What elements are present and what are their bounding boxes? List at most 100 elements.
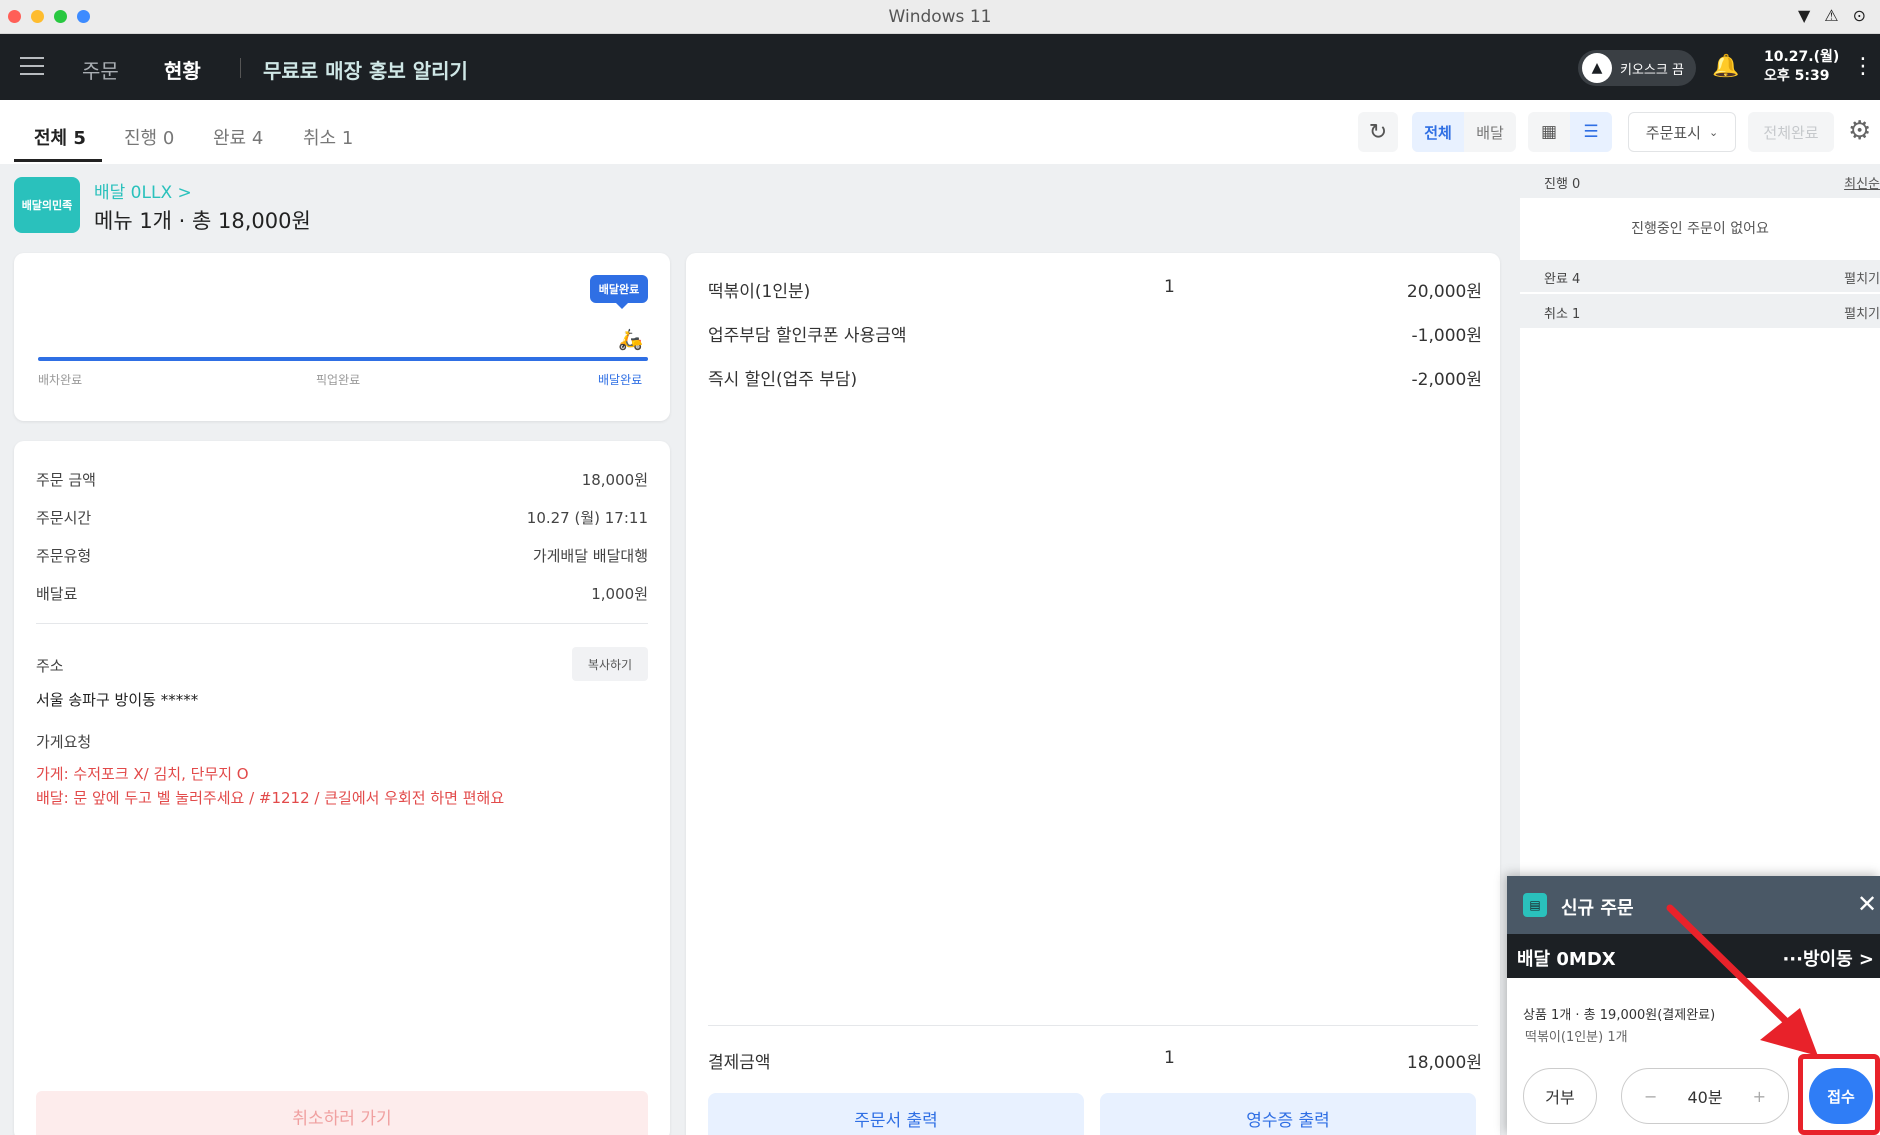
window-title: Windows 11 bbox=[888, 7, 992, 27]
dropdown-icon[interactable]: ▼ bbox=[1798, 6, 1810, 25]
info-value: 1,000원 bbox=[591, 585, 648, 603]
order-display-label: 주문표시 bbox=[1645, 123, 1701, 142]
warning-icon[interactable]: ⚠ bbox=[1824, 6, 1838, 25]
in-progress-label: 진행 0 bbox=[1544, 177, 1581, 192]
datetime: 10.27.(월) 오후 5:39 bbox=[1764, 48, 1839, 86]
item-qty: 1 bbox=[1164, 277, 1175, 297]
expand-completed[interactable]: 펼치기 bbox=[1844, 268, 1880, 287]
step-dispatched: 배차완료 bbox=[38, 373, 83, 387]
discount-amount: -1,000원 bbox=[1411, 326, 1482, 346]
more-icon[interactable]: ⋮ bbox=[1852, 54, 1874, 79]
tab-completed[interactable]: 완료 4 bbox=[213, 124, 263, 150]
divider bbox=[36, 623, 648, 624]
payment-total: 18,000원 bbox=[1406, 1053, 1482, 1073]
empty-message: 진행중인 주문이 없어요 bbox=[1631, 221, 1769, 237]
increase-time-button[interactable]: + bbox=[1753, 1087, 1766, 1106]
info-label: 주문 금액 bbox=[36, 471, 96, 489]
expand-canceled[interactable]: 펼치기 bbox=[1844, 303, 1880, 322]
decrease-time-button[interactable]: − bbox=[1644, 1087, 1657, 1106]
discount-name: 업주부담 할인쿠폰 사용금액 bbox=[708, 326, 907, 346]
info-value: 18,000원 bbox=[581, 471, 648, 489]
gear-icon[interactable]: ⚙ bbox=[1848, 116, 1871, 146]
new-order-id: 배달 0MDX bbox=[1517, 949, 1616, 970]
item-row: 떡볶이(1인분) 1 20,000원 bbox=[708, 277, 1482, 302]
info-value: 가게배달 배달대행 bbox=[532, 547, 648, 565]
divider bbox=[708, 1025, 1478, 1026]
close-icon[interactable]: ✕ bbox=[1857, 890, 1877, 918]
annotation-arrow bbox=[1666, 904, 1818, 1056]
popup-title: 신규 주문 bbox=[1561, 898, 1634, 919]
sort-button[interactable]: 최신순 bbox=[1844, 173, 1880, 192]
nav-status[interactable]: 현황 bbox=[164, 55, 201, 84]
info-row-amount: 주문 금액 18,000원 bbox=[36, 469, 648, 490]
receipt-icon: ▤ bbox=[1523, 893, 1547, 917]
status-icon[interactable]: ⊙ bbox=[1853, 6, 1866, 25]
new-order-items: 떡볶이(1인분) 1개 bbox=[1525, 1030, 1628, 1045]
order-type-filter: 전체 배달 bbox=[1412, 112, 1516, 152]
address-label: 주소 bbox=[36, 655, 648, 676]
kiosk-icon: ▲ bbox=[1582, 53, 1612, 83]
grid-view-icon[interactable]: ▦ bbox=[1528, 112, 1570, 152]
active-tab-underline bbox=[14, 159, 102, 162]
tab-all[interactable]: 전체 5 bbox=[34, 124, 86, 150]
scooter-icon: 🛵 bbox=[618, 327, 643, 351]
in-progress-header: 진행 0 최신순 bbox=[1520, 164, 1880, 198]
order-id-link[interactable]: 배달 0LLX > bbox=[94, 178, 192, 203]
info-label: 주문유형 bbox=[36, 547, 92, 565]
copy-address-button[interactable]: 복사하기 bbox=[572, 647, 648, 681]
info-row-delivery-fee: 배달료 1,000원 bbox=[36, 583, 648, 604]
order-items-card: 떡볶이(1인분) 1 20,000원 업주부담 할인쿠폰 사용금액 -1,000… bbox=[686, 253, 1500, 1135]
list-view-icon[interactable]: ☰ bbox=[1570, 112, 1612, 152]
request-label-text: 가게요청 bbox=[36, 733, 92, 751]
print-order-button[interactable]: 주문서 출력 bbox=[708, 1093, 1084, 1135]
prep-time-value: 40분 bbox=[1687, 1088, 1723, 1107]
filter-all[interactable]: 전체 bbox=[1412, 112, 1464, 152]
filter-delivery[interactable]: 배달 bbox=[1464, 112, 1516, 152]
delivery-progress-card: 배달완료 🛵 배차완료 픽업완료 배달완료 bbox=[14, 253, 670, 421]
prep-time-stepper: − 40분 + bbox=[1621, 1068, 1789, 1124]
promo-link[interactable]: 무료로 매장 홍보 알리기 bbox=[263, 55, 468, 84]
discount-row: 즉시 할인(업주 부담) -2,000원 bbox=[708, 365, 1482, 390]
reject-button[interactable]: 거부 bbox=[1523, 1068, 1597, 1124]
tab-canceled[interactable]: 취소 1 bbox=[303, 124, 353, 150]
store-request: 가게: 수저포크 X/ 김치, 단무지 O bbox=[36, 763, 648, 784]
menu-icon[interactable] bbox=[20, 57, 44, 75]
complete-all-button[interactable]: 전체완료 bbox=[1748, 112, 1834, 152]
window-titlebar: Windows 11 ▼ ⚠ ⊙ bbox=[0, 0, 1880, 34]
kiosk-label: 키오스크 끔 bbox=[1620, 62, 1684, 78]
cancel-order-button[interactable]: 취소하러 가기 bbox=[36, 1091, 648, 1135]
tab-in-progress[interactable]: 진행 0 bbox=[124, 124, 174, 150]
progress-bar bbox=[38, 357, 648, 361]
address-value: 서울 송파구 방이동 ***** bbox=[36, 689, 648, 710]
discount-amount: -2,000원 bbox=[1411, 370, 1482, 390]
step-picked-up: 픽업완료 bbox=[316, 373, 361, 387]
print-receipt-button[interactable]: 영수증 출력 bbox=[1100, 1093, 1476, 1135]
progress-status-badge: 배달완료 bbox=[590, 275, 648, 309]
payment-row: 결제금액 1 18,000원 bbox=[708, 1048, 1482, 1073]
store-request-text: 가게: 수저포크 X/ 김치, 단무지 O bbox=[36, 765, 249, 783]
info-row-type: 주문유형 가게배달 배달대행 bbox=[36, 545, 648, 566]
time-text: 오후 5:39 bbox=[1764, 68, 1830, 84]
canceled-section[interactable]: 취소 1 펼치기 bbox=[1520, 294, 1880, 328]
order-info-card: 주문 금액 18,000원 주문시간 10.27 (월) 17:11 주문유형 … bbox=[14, 441, 670, 1135]
date-text: 10.27.(월) bbox=[1764, 49, 1840, 65]
address-text: 서울 송파구 방이동 ***** bbox=[36, 691, 199, 709]
nav-order[interactable]: 주문 bbox=[82, 55, 119, 84]
item-name: 떡볶이(1인분) bbox=[708, 282, 811, 302]
info-row-time: 주문시간 10.27 (월) 17:11 bbox=[36, 507, 648, 528]
canceled-label: 취소 1 bbox=[1544, 307, 1581, 322]
discount-row: 업주부담 할인쿠폰 사용금액 -1,000원 bbox=[708, 321, 1482, 346]
info-label: 배달료 bbox=[36, 585, 78, 603]
nav-divider bbox=[240, 58, 241, 78]
delivery-request-text: 배달: 문 앞에 두고 벨 눌러주세요 / #1212 / 큰길에서 우회전 하… bbox=[36, 789, 505, 807]
refresh-icon[interactable]: ↻ bbox=[1358, 112, 1398, 152]
view-toggle: ▦ ☰ bbox=[1528, 112, 1612, 152]
order-summary: 메뉴 1개 · 총 18,000원 bbox=[94, 209, 311, 233]
order-display-dropdown[interactable]: 주문표시 ⌄ bbox=[1628, 112, 1736, 152]
payment-label: 결제금액 bbox=[708, 1053, 771, 1073]
step-delivered: 배달완료 bbox=[598, 373, 643, 387]
payment-qty: 1 bbox=[1164, 1048, 1175, 1068]
kiosk-toggle[interactable]: ▲ 키오스크 끔 bbox=[1578, 50, 1696, 86]
bell-icon[interactable]: 🔔 bbox=[1712, 54, 1739, 79]
completed-section[interactable]: 완료 4 펼치기 bbox=[1520, 260, 1880, 292]
